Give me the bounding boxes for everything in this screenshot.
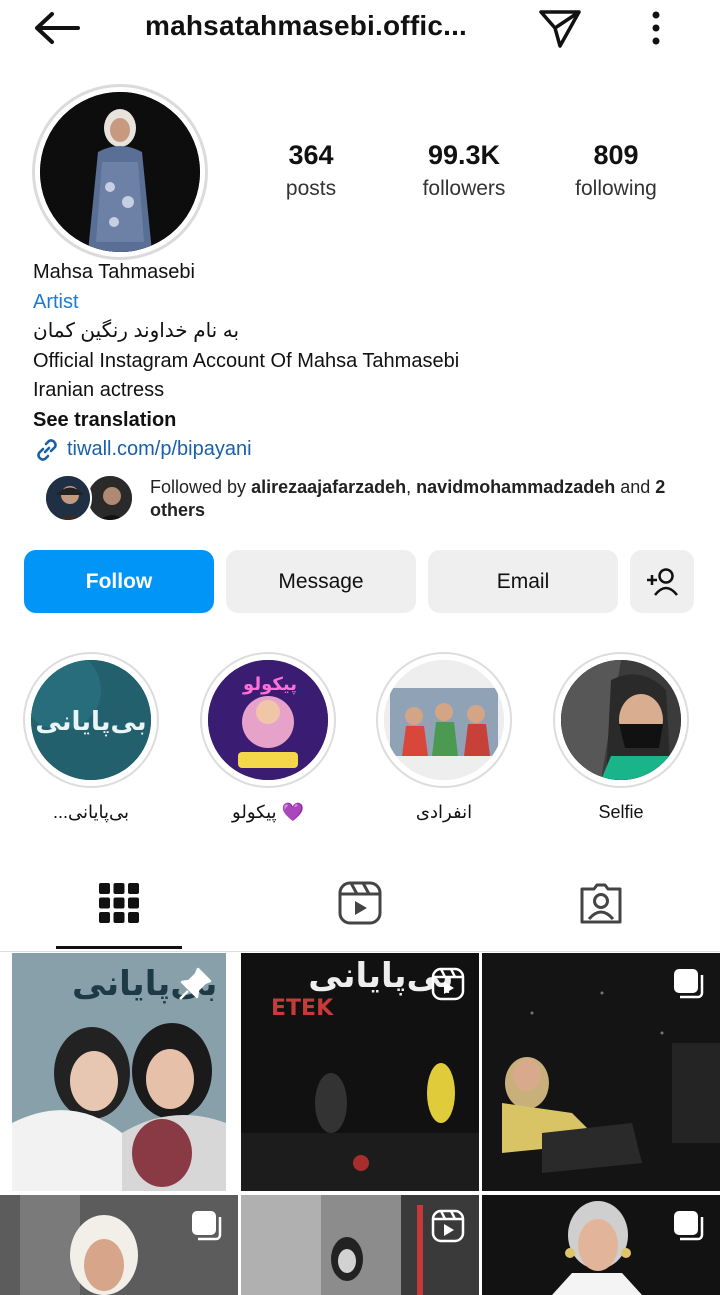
posts-label: posts xyxy=(285,177,337,200)
post-thumbnail[interactable] xyxy=(0,1195,238,1295)
posts-stat[interactable]: 364 posts xyxy=(241,140,381,201)
highlight-label: Selfie xyxy=(598,802,644,822)
follow-button[interactable]: Follow xyxy=(24,550,214,613)
add-person-icon xyxy=(647,567,678,596)
following-count: 809 xyxy=(593,140,639,170)
carousel-badge xyxy=(672,1209,706,1248)
bio-line-persian: به نام خداوند رنگین کمان xyxy=(33,320,240,342)
send-message-button[interactable] xyxy=(536,6,584,50)
highlight-label: 💜 پیکولو xyxy=(232,802,304,822)
bio-link[interactable]: tiwall.com/p/bipayani xyxy=(33,435,693,465)
highlight-label: انفرادی xyxy=(415,802,473,822)
suggest-people-button[interactable] xyxy=(630,550,694,613)
highlight-ring: پیکولو xyxy=(200,652,336,788)
follower-username: navidmohammadzadeh xyxy=(416,477,616,497)
story-highlight[interactable]: بی‌پایانی بی‌پایانی... xyxy=(22,652,160,823)
follower-avatar xyxy=(86,474,134,522)
top-bar: mahsatahmasebi.offic... xyxy=(0,0,720,60)
vertical-dots-icon xyxy=(652,11,660,45)
reel-icon xyxy=(431,1209,465,1243)
highlight-ring xyxy=(553,652,689,788)
svg-text:پیکولو: پیکولو xyxy=(242,674,297,695)
following-label: following xyxy=(575,177,657,200)
email-button[interactable]: Email xyxy=(428,550,618,613)
profile-tabs xyxy=(0,860,720,952)
followed-by-text: Followed by alirezaajafarzadeh, navidmoh… xyxy=(150,476,690,522)
arrow-left-icon xyxy=(35,12,80,44)
story-highlight[interactable]: انفرادی xyxy=(375,652,513,823)
reel-badge xyxy=(431,967,465,1006)
more-options-button[interactable] xyxy=(640,6,672,50)
bio-line-occupation: Iranian actress xyxy=(33,379,165,401)
followed-by-prefix: Followed by xyxy=(150,477,252,497)
link-icon xyxy=(37,439,57,461)
reel-badge xyxy=(431,1209,465,1248)
highlight-cover: پیکولو xyxy=(208,660,328,780)
svg-text:بی‌پایانی: بی‌پایانی xyxy=(35,707,146,737)
post-thumbnail[interactable]: بی‌پایانی ETEK xyxy=(241,953,479,1191)
bio-line-official: Official Instagram Account Of Mahsa Tahm… xyxy=(33,349,460,372)
paper-plane-icon xyxy=(539,10,581,48)
carousel-badge xyxy=(672,967,706,1006)
see-translation-link[interactable]: See translation xyxy=(33,406,693,436)
category-label: Artist xyxy=(33,290,79,313)
grid-icon xyxy=(99,883,139,923)
profile-avatar[interactable] xyxy=(40,92,200,252)
followers-count: 99.3K xyxy=(427,140,501,170)
back-button[interactable] xyxy=(30,8,82,48)
post-thumbnail[interactable] xyxy=(482,1195,720,1295)
follower-username: alirezaajafarzadeh xyxy=(251,477,407,497)
tab-tagged[interactable] xyxy=(571,878,631,928)
carousel-icon xyxy=(674,1211,704,1241)
active-tab-indicator xyxy=(56,946,182,949)
tab-reels[interactable] xyxy=(330,878,390,928)
pin-icon xyxy=(179,967,212,1000)
carousel-badge xyxy=(190,1209,224,1248)
posts-count: 364 xyxy=(288,140,334,170)
reel-icon xyxy=(431,967,465,1001)
pinned-post-badge xyxy=(178,967,212,1006)
highlight-cover xyxy=(384,660,504,780)
carousel-icon xyxy=(674,969,704,999)
followed-by-conjunction: and xyxy=(615,477,656,497)
svg-text:ETEK: ETEK xyxy=(271,996,334,1021)
post-thumbnail[interactable]: بی‌پایانی xyxy=(12,953,226,1191)
post-thumbnail[interactable] xyxy=(482,953,720,1191)
follower-avatar xyxy=(44,474,92,522)
profile-username: mahsatahmasebi.offic... xyxy=(145,10,468,41)
highlight-ring xyxy=(376,652,512,788)
highlight-cover xyxy=(561,660,681,780)
followers-label: followers xyxy=(422,177,506,200)
story-highlight[interactable]: Selfie xyxy=(552,652,690,823)
highlight-cover: بی‌پایانی xyxy=(31,660,151,780)
highlight-ring: بی‌پایانی xyxy=(23,652,159,788)
tab-posts-grid[interactable] xyxy=(89,878,149,928)
followers-stat[interactable]: 99.3K followers xyxy=(394,140,534,201)
story-highlight[interactable]: پیکولو 💜 پیکولو xyxy=(199,652,337,823)
followed-by-row[interactable]: Followed by alirezaajafarzadeh, navidmoh… xyxy=(40,470,700,526)
tagged-person-icon xyxy=(580,883,622,924)
following-stat[interactable]: 809 following xyxy=(546,140,686,201)
message-button[interactable]: Message xyxy=(226,550,416,613)
carousel-icon xyxy=(192,1211,222,1241)
followed-by-separator: , xyxy=(406,477,417,497)
post-thumbnail[interactable] xyxy=(241,1195,479,1295)
bio-link-text: tiwall.com/p/bipayani xyxy=(67,438,252,460)
reels-icon xyxy=(338,881,382,925)
display-name: Mahsa Tahmasebi xyxy=(33,261,195,283)
highlight-label: بی‌پایانی... xyxy=(52,802,130,822)
profile-bio: Mahsa Tahmasebi Artist به نام خداوند رنگ… xyxy=(33,258,693,465)
